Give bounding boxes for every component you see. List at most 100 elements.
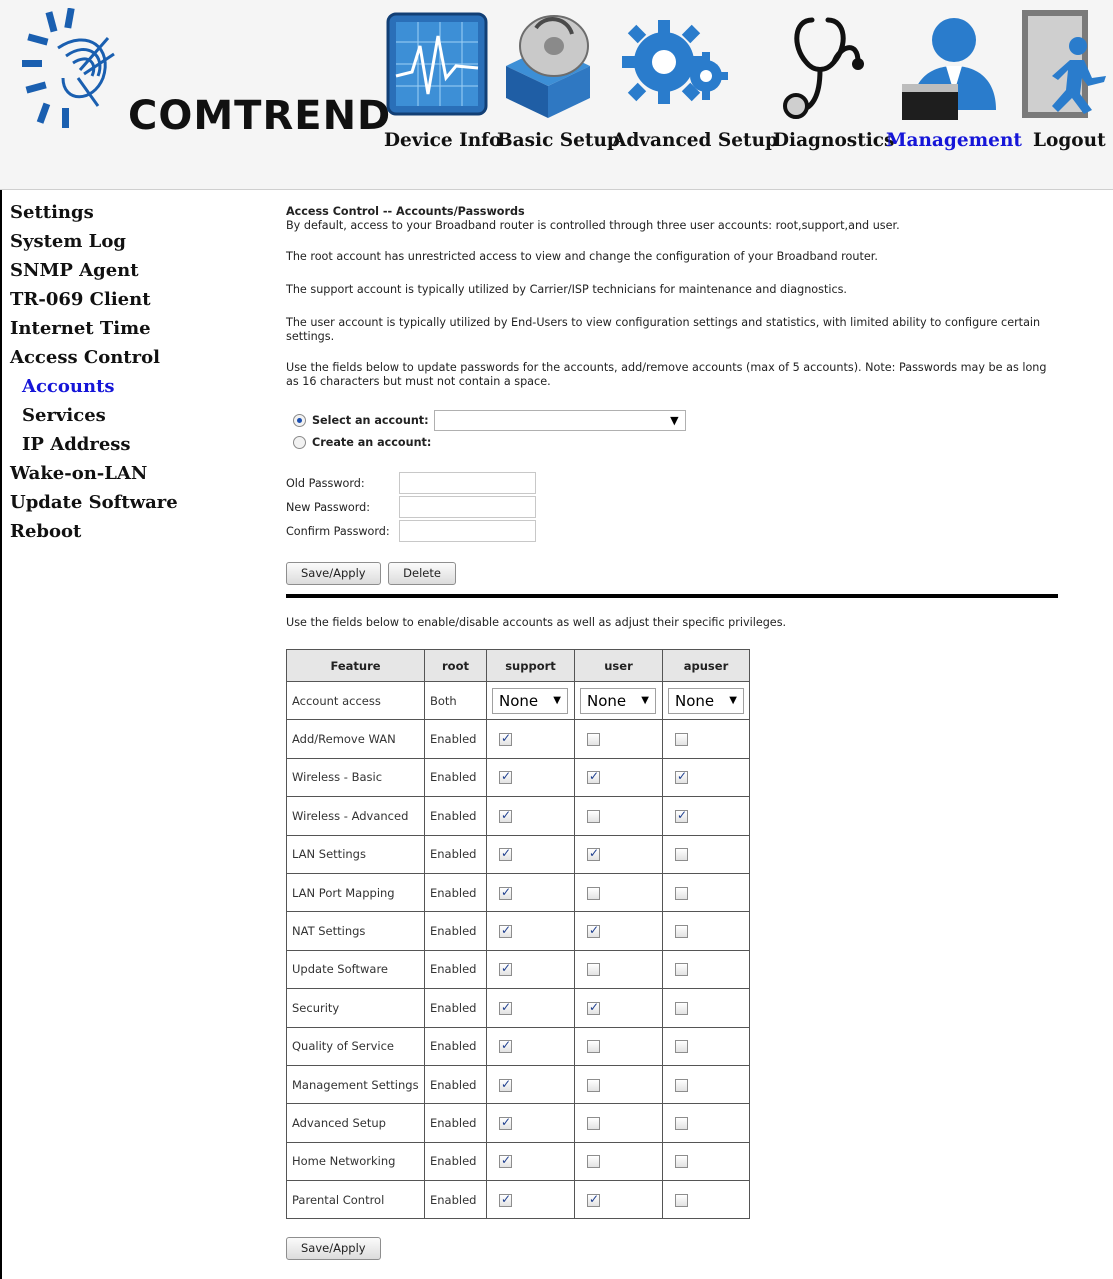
support-checkbox[interactable]	[499, 961, 512, 977]
apuser-checkbox[interactable]	[675, 963, 688, 977]
user-access-select[interactable]: None ▼	[580, 687, 656, 714]
apuser-access-cell: None ▼	[662, 680, 750, 721]
apuser-cell	[662, 1064, 750, 1105]
support-checkbox[interactable]	[499, 769, 512, 785]
support-checkbox[interactable]	[499, 1153, 512, 1169]
user-checkbox[interactable]	[587, 963, 600, 977]
nav-management[interactable]: Management	[886, 130, 1022, 151]
apuser-checkbox[interactable]	[675, 1040, 688, 1054]
apuser-checkbox[interactable]	[675, 1155, 688, 1169]
brand-name: COMTREND	[128, 93, 392, 139]
user-checkbox[interactable]	[587, 1116, 600, 1130]
header-support: support	[486, 649, 575, 682]
support-checkbox[interactable]	[499, 1192, 512, 1207]
save-apply-button[interactable]: Save/Apply	[286, 562, 381, 585]
root-cell: Enabled	[424, 949, 487, 990]
support-cell	[486, 988, 575, 1028]
user-checkbox[interactable]	[587, 769, 600, 785]
support-checkbox[interactable]	[499, 808, 512, 823]
diagnostics-icon[interactable]	[778, 6, 866, 124]
support-checkbox[interactable]	[499, 731, 512, 747]
support-cell	[486, 1180, 575, 1220]
support-checkbox[interactable]	[499, 1115, 512, 1130]
sidebar: Settings System Log SNMP Agent TR-069 Cl…	[10, 198, 230, 546]
sidebar-item-access-control[interactable]: Access Control	[10, 343, 230, 372]
support-checkbox[interactable]	[499, 1077, 512, 1092]
new-password-field[interactable]	[399, 496, 536, 518]
apuser-cell	[662, 834, 750, 874]
apuser-checkbox[interactable]	[675, 1193, 688, 1207]
sidebar-item-internet-time[interactable]: Internet Time	[10, 314, 230, 343]
user-checkbox[interactable]	[587, 1192, 600, 1207]
support-checkbox[interactable]	[499, 923, 512, 939]
device-info-icon[interactable]	[382, 6, 492, 124]
nav-basic-setup[interactable]: Basic Setup	[497, 130, 620, 151]
nav-logout[interactable]: Logout	[1033, 130, 1106, 151]
user-checkbox[interactable]	[587, 1155, 600, 1169]
delete-button[interactable]: Delete	[388, 562, 456, 585]
apuser-cell	[662, 1141, 750, 1182]
advanced-setup-icon[interactable]	[622, 6, 728, 124]
account-select[interactable]: ▼	[433, 409, 686, 431]
apuser-checkbox[interactable]	[675, 1116, 688, 1130]
bottom-actions: Save/Apply	[286, 1237, 1066, 1261]
sidebar-item-update-software[interactable]: Update Software	[10, 488, 230, 517]
sidebar-item-system-log[interactable]: System Log	[10, 227, 230, 256]
user-cell	[574, 796, 663, 836]
apuser-checkbox[interactable]	[675, 886, 688, 900]
apuser-access-select[interactable]: None ▼	[668, 687, 744, 714]
header: COMTREND Device Info Basic Setup Advance…	[0, 0, 1113, 190]
support-checkbox[interactable]	[499, 1000, 512, 1015]
apuser-checkbox[interactable]	[675, 848, 688, 862]
apuser-checkbox[interactable]	[675, 925, 688, 939]
apuser-cell	[662, 796, 750, 836]
create-account-radio[interactable]	[293, 435, 306, 449]
support-access-cell: None ▼	[486, 680, 575, 721]
feature-cell: Management Settings	[286, 1064, 425, 1105]
sidebar-item-snmp-agent[interactable]: SNMP Agent	[10, 256, 230, 285]
support-checkbox[interactable]	[499, 1038, 512, 1054]
nav-advanced-setup[interactable]: Advanced Setup	[612, 130, 778, 151]
user-checkbox[interactable]	[587, 1078, 600, 1092]
management-icon[interactable]	[898, 6, 1002, 124]
confirm-password-field[interactable]	[399, 520, 536, 542]
apuser-checkbox[interactable]	[675, 733, 688, 747]
user-checkbox[interactable]	[587, 886, 600, 900]
basic-setup-icon[interactable]	[496, 6, 600, 124]
support-checkbox[interactable]	[499, 846, 512, 862]
apuser-checkbox[interactable]	[675, 1001, 688, 1015]
sidebar-item-services[interactable]: Services	[10, 401, 230, 430]
old-password-row: Old Password:	[286, 471, 1066, 495]
apuser-checkbox[interactable]	[675, 808, 688, 823]
nav-diagnostics[interactable]: Diagnostics	[773, 130, 894, 151]
user-checkbox[interactable]	[587, 809, 600, 823]
old-password-field[interactable]	[399, 472, 536, 494]
save-apply-bottom-button[interactable]: Save/Apply	[286, 1237, 381, 1261]
select-account-radio[interactable]	[293, 413, 306, 427]
sidebar-item-tr069-client[interactable]: TR-069 Client	[10, 285, 230, 314]
user-checkbox[interactable]	[587, 846, 600, 862]
nav-device-info[interactable]: Device Info	[384, 130, 501, 151]
sidebar-item-settings[interactable]: Settings	[10, 198, 230, 227]
user-checkbox[interactable]	[587, 1040, 600, 1054]
root-cell: Enabled	[424, 1180, 487, 1220]
header-feature: Feature	[286, 649, 425, 682]
header-root: root	[424, 649, 487, 682]
user-checkbox[interactable]	[587, 923, 600, 939]
sidebar-item-reboot[interactable]: Reboot	[10, 517, 230, 546]
apuser-checkbox[interactable]	[675, 769, 688, 785]
intro-text: By default, access to your Broadband rou…	[286, 219, 900, 232]
user-cell	[574, 872, 663, 913]
sidebar-item-ip-address[interactable]: IP Address	[10, 430, 230, 459]
sidebar-item-accounts[interactable]: Accounts	[10, 372, 230, 401]
user-checkbox[interactable]	[587, 733, 600, 747]
support-cell	[486, 757, 575, 798]
sidebar-item-wake-on-lan[interactable]: Wake-on-LAN	[10, 459, 230, 488]
user-checkbox[interactable]	[587, 1000, 600, 1015]
support-checkbox[interactable]	[499, 885, 512, 900]
account-actions: Save/Apply Delete	[286, 562, 1066, 585]
root-account-text: The root account has unrestricted access…	[286, 250, 878, 263]
logout-icon[interactable]	[1018, 6, 1110, 124]
support-access-select[interactable]: None ▼	[492, 687, 568, 714]
apuser-checkbox[interactable]	[675, 1078, 688, 1092]
